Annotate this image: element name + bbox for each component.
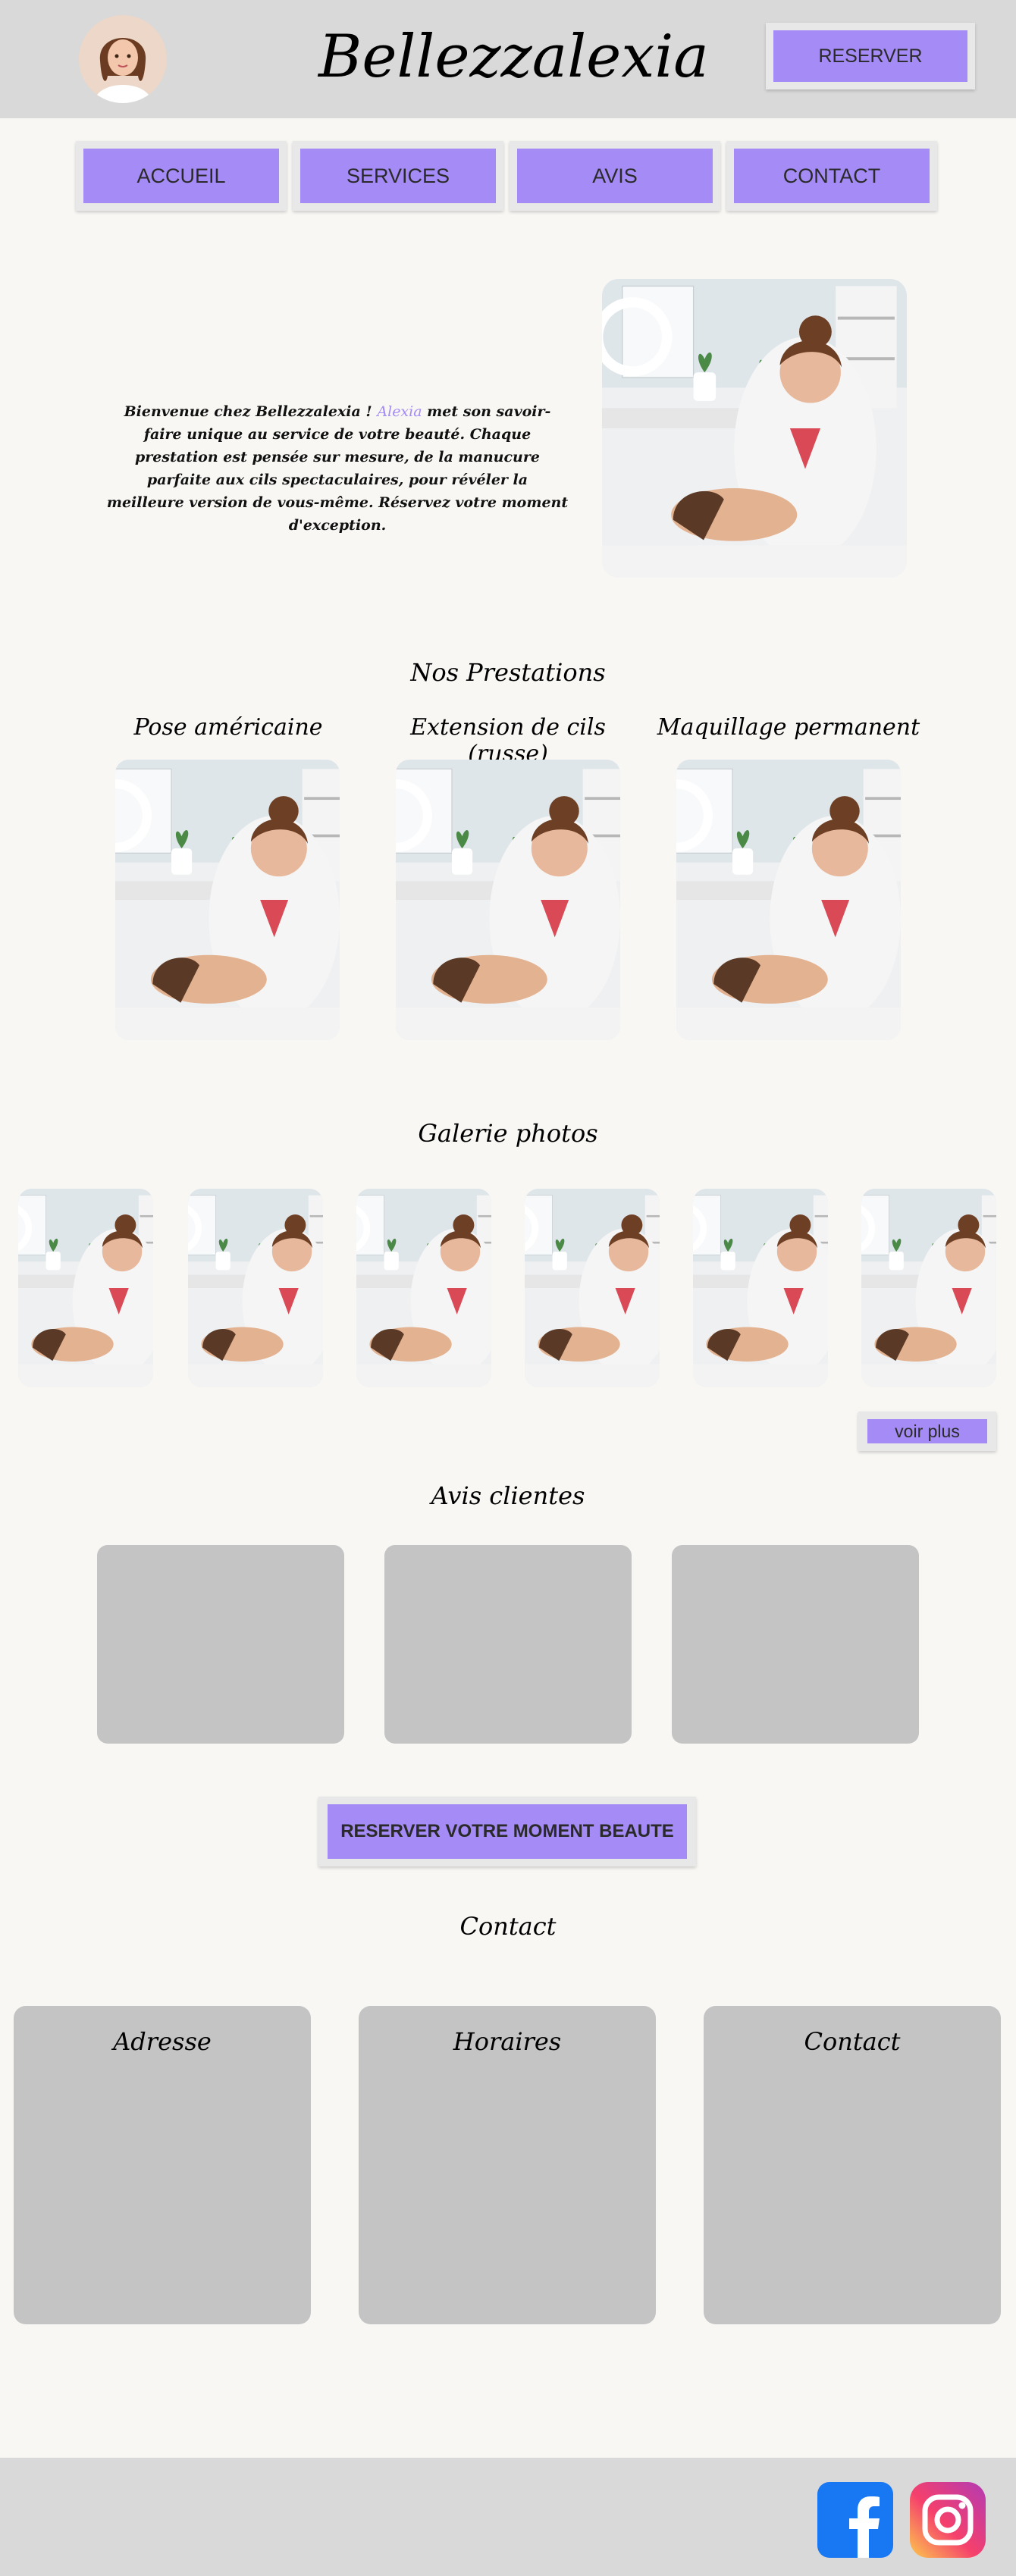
voir-plus-button[interactable]: voir plus xyxy=(867,1419,987,1443)
site-header: Bellezzalexia RESERVER xyxy=(0,0,1016,118)
review-card xyxy=(384,1545,632,1744)
nav-accueil-button[interactable]: ACCUEIL xyxy=(83,149,279,203)
instagram-icon[interactable] xyxy=(910,2482,986,2558)
contact-card-title: Adresse xyxy=(113,2027,212,2056)
service-photo-extension-cils[interactable] xyxy=(396,760,620,1040)
gallery-photo[interactable] xyxy=(356,1189,491,1387)
gallery-photo[interactable] xyxy=(693,1189,828,1387)
intro-accent-name: Alexia xyxy=(377,403,422,420)
voir-plus-frame: voir plus xyxy=(858,1412,996,1451)
reserve-button-frame: RESERVER xyxy=(766,23,975,89)
intro-text-end: met son savoir-faire unique au service d… xyxy=(106,403,569,534)
review-card xyxy=(672,1545,919,1744)
review-card xyxy=(97,1545,344,1744)
cta-frame: RESERVER VOTRE MOMENT BEAUTE xyxy=(318,1797,696,1866)
nav-services-frame: SERVICES xyxy=(293,141,503,211)
nav-contact-button[interactable]: CONTACT xyxy=(734,149,930,203)
site-footer xyxy=(0,2458,1016,2576)
reserve-moment-button[interactable]: RESERVER VOTRE MOMENT BEAUTE xyxy=(328,1804,687,1859)
gallery-photo[interactable] xyxy=(18,1189,153,1387)
service-photo-pose-americaine[interactable] xyxy=(115,760,340,1040)
contact-card-address: Adresse xyxy=(14,2006,311,2324)
service-name-pose-americaine: Pose américaine xyxy=(133,714,323,741)
nav-services-button[interactable]: SERVICES xyxy=(300,149,496,203)
nav-avis-frame: AVIS xyxy=(510,141,720,211)
service-photo-maquillage-permanent[interactable] xyxy=(676,760,901,1040)
nav-avis-button[interactable]: AVIS xyxy=(517,149,713,203)
intro-text: Bienvenue chez Bellezzalexia ! Alexia me… xyxy=(106,400,569,537)
gallery-photo[interactable] xyxy=(861,1189,996,1387)
reserve-button[interactable]: RESERVER xyxy=(773,30,967,82)
contact-card-title: Contact xyxy=(804,2027,901,2056)
gallery-photo[interactable] xyxy=(188,1189,323,1387)
contact-card-title: Horaires xyxy=(453,2027,562,2056)
contact-card-hours: Horaires xyxy=(359,2006,656,2324)
intro-text-start: Bienvenue chez Bellezzalexia ! xyxy=(124,403,378,420)
nav-contact-frame: CONTACT xyxy=(726,141,937,211)
services-title: Nos Prestations xyxy=(410,658,606,687)
avatar[interactable] xyxy=(79,15,167,103)
service-name-maquillage-permanent: Maquillage permanent xyxy=(657,714,920,741)
brand-title: Bellezzalexia xyxy=(318,23,709,91)
contact-card-contact: Contact xyxy=(704,2006,1001,2324)
facebook-icon[interactable] xyxy=(817,2482,893,2558)
reviews-title: Avis clientes xyxy=(431,1481,585,1510)
gallery-title: Galerie photos xyxy=(418,1119,598,1148)
intro-photo xyxy=(602,279,907,578)
nav-accueil-frame: ACCUEIL xyxy=(76,141,287,211)
gallery-photo[interactable] xyxy=(525,1189,660,1387)
contact-title: Contact xyxy=(459,1912,557,1941)
